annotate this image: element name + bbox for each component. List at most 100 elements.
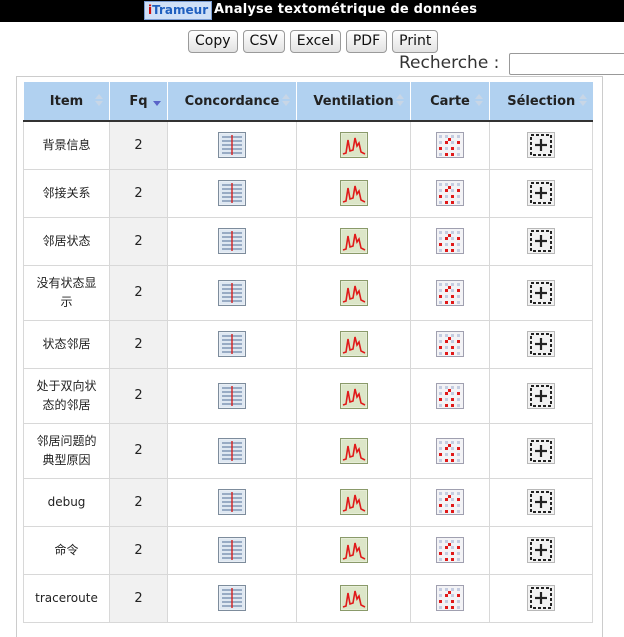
ventilation-icon[interactable] <box>339 132 368 159</box>
item-cell: 状态邻居 <box>23 319 110 369</box>
item-text: 邻接关系 <box>42 185 91 200</box>
export-toolbar: Copy CSV Excel PDF Print <box>188 30 439 53</box>
fq-cell: 2 <box>109 120 168 170</box>
item-text: 状态邻居 <box>42 336 91 351</box>
column-header-ventilation[interactable]: Ventilation <box>296 82 411 122</box>
item-cell: 处于双向状态的邻居 <box>23 367 110 424</box>
pdf-button[interactable]: PDF <box>345 30 388 53</box>
concordance-icon[interactable] <box>218 228 246 254</box>
item-cell: traceroute <box>23 573 110 623</box>
ventilation-icon[interactable] <box>339 228 368 254</box>
concordance-icon[interactable] <box>218 180 246 206</box>
column-header-carte[interactable]: Carte <box>410 82 490 122</box>
item-cell: 邻居状态 <box>23 216 110 266</box>
fq-cell: 2 <box>109 525 168 575</box>
carte-icon[interactable] <box>436 180 464 206</box>
carte-icon[interactable] <box>436 489 464 515</box>
items-table: Item Fq Concordance Ventilation Carte Sé… <box>23 82 593 623</box>
item-text: 背景信息 <box>42 137 91 152</box>
table-row: 邻接关系 2 <box>23 168 593 218</box>
copy-button[interactable]: Copy <box>188 30 238 53</box>
item-text: traceroute <box>35 590 98 605</box>
selection-icon[interactable] <box>527 331 555 357</box>
ventilation-icon[interactable] <box>339 585 368 611</box>
carte-icon[interactable] <box>436 331 464 357</box>
selection-icon[interactable] <box>527 382 555 409</box>
fq-cell: 2 <box>109 573 168 623</box>
sort-both-icon <box>282 94 290 106</box>
column-header-selection[interactable]: Sélection <box>489 82 593 122</box>
ventilation-icon[interactable] <box>339 331 368 357</box>
concordance-icon[interactable] <box>218 132 246 159</box>
table-row: 命令 2 <box>23 525 593 575</box>
fq-cell: 2 <box>109 168 168 218</box>
app-title: Analyse textométrique de données <box>214 2 478 17</box>
item-text: 邻居状态 <box>42 233 91 248</box>
carte-icon[interactable] <box>436 382 464 409</box>
search-input[interactable] <box>509 53 624 75</box>
item-cell: debug <box>23 477 110 527</box>
carte-icon[interactable] <box>436 279 464 306</box>
sort-desc-icon <box>153 101 161 106</box>
concordance-icon[interactable] <box>218 585 246 611</box>
carte-icon[interactable] <box>436 437 464 464</box>
fq-cell: 2 <box>109 216 168 266</box>
column-header-item[interactable]: Item <box>23 82 110 122</box>
sort-both-icon <box>475 94 483 106</box>
excel-button[interactable]: Excel <box>289 30 341 53</box>
selection-icon[interactable] <box>527 537 555 563</box>
selection-icon[interactable] <box>527 132 555 159</box>
carte-icon[interactable] <box>436 537 464 563</box>
fq-cell: 2 <box>109 319 168 369</box>
selection-icon[interactable] <box>527 180 555 206</box>
fq-cell: 2 <box>109 422 168 479</box>
search-label: Recherche : <box>399 53 500 73</box>
selection-icon[interactable] <box>527 585 555 611</box>
ventilation-icon[interactable] <box>339 382 368 409</box>
concordance-icon[interactable] <box>218 279 246 306</box>
table-row: 状态邻居 2 <box>23 319 593 369</box>
item-text: 没有状态显示 <box>36 275 97 309</box>
carte-icon[interactable] <box>436 585 464 611</box>
ventilation-icon[interactable] <box>339 489 368 515</box>
item-cell: 命令 <box>23 525 110 575</box>
csv-button[interactable]: CSV <box>242 30 285 53</box>
sort-both-icon <box>95 94 103 106</box>
selection-icon[interactable] <box>527 437 555 464</box>
concordance-icon[interactable] <box>218 331 246 357</box>
ventilation-icon[interactable] <box>339 180 368 206</box>
print-button[interactable]: Print <box>392 30 439 53</box>
item-cell: 邻居问题的典型原因 <box>23 422 110 479</box>
column-header-concordance[interactable]: Concordance <box>167 82 297 122</box>
app-header-bar: iTrameur Analyse textométrique de donnée… <box>0 0 624 22</box>
table-row: 背景信息 2 <box>23 120 593 170</box>
table-row: 邻居状态 2 <box>23 216 593 266</box>
table-row: 邻居问题的典型原因 2 <box>23 422 593 479</box>
selection-icon[interactable] <box>527 228 555 254</box>
item-text: 命令 <box>54 542 79 557</box>
ventilation-icon[interactable] <box>339 437 368 464</box>
item-text: debug <box>47 494 86 509</box>
sort-both-icon <box>396 94 404 106</box>
table-row: 没有状态显示 2 <box>23 264 593 321</box>
selection-icon[interactable] <box>527 489 555 515</box>
itrameur-logo[interactable]: iTrameur <box>144 1 213 20</box>
concordance-icon[interactable] <box>218 489 246 515</box>
table-row: 处于双向状态的邻居 2 <box>23 367 593 424</box>
item-text: 处于双向状态的邻居 <box>36 378 97 412</box>
carte-icon[interactable] <box>436 132 464 159</box>
ventilation-icon[interactable] <box>339 537 368 563</box>
table-row: debug 2 <box>23 477 593 527</box>
fq-cell: 2 <box>109 477 168 527</box>
item-cell: 背景信息 <box>23 120 110 170</box>
carte-icon[interactable] <box>436 228 464 254</box>
table-row: traceroute 2 <box>23 573 593 623</box>
column-header-fq[interactable]: Fq <box>109 82 168 122</box>
concordance-icon[interactable] <box>218 437 246 464</box>
ventilation-icon[interactable] <box>339 279 368 306</box>
item-cell: 没有状态显示 <box>23 264 110 321</box>
selection-icon[interactable] <box>527 279 555 306</box>
concordance-icon[interactable] <box>218 382 246 409</box>
concordance-icon[interactable] <box>218 537 246 563</box>
item-cell: 邻接关系 <box>23 168 110 218</box>
